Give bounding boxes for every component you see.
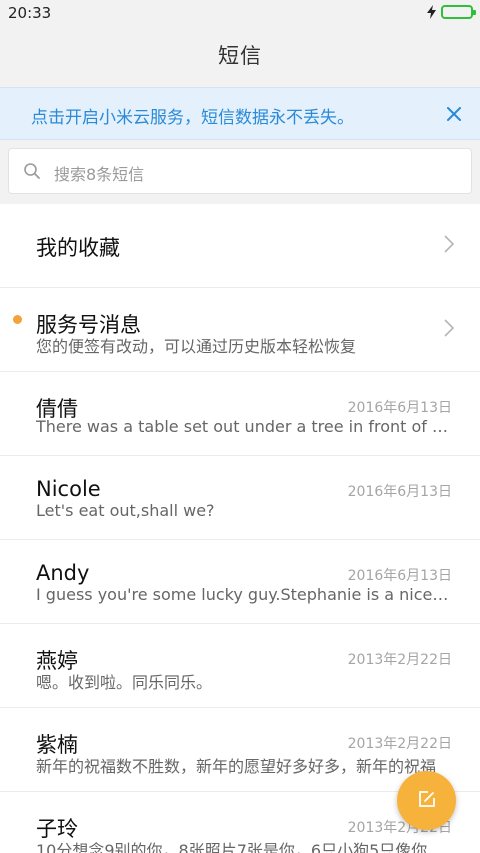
row-preview: I guess you're some lucky guy.Stephanie …: [36, 585, 450, 604]
unread-dot: [13, 315, 22, 324]
chevron-right-icon: [444, 235, 455, 257]
row-title: Nicole: [36, 477, 101, 501]
battery-icon: [441, 5, 476, 19]
row-preview: Let's eat out,shall we?: [36, 501, 215, 520]
close-icon[interactable]: [442, 102, 466, 126]
title-bar: 短信: [0, 26, 480, 87]
service-messages-row[interactable]: 服务号消息 您的便签有改动，可以通过历史版本轻松恢复: [0, 288, 480, 372]
row-preview: 嗯。收到啦。同乐同乐。: [36, 673, 213, 692]
compose-button[interactable]: [397, 771, 456, 830]
banner-text[interactable]: 点击开启小米云服务，短信数据永不丢失。: [31, 103, 354, 128]
search-input[interactable]: 搜索8条短信: [8, 148, 472, 194]
conversation-row[interactable]: 燕婷 2013年2月22日 嗯。收到啦。同乐同乐。: [0, 624, 480, 708]
page-title: 短信: [218, 44, 262, 68]
conversation-row[interactable]: Andy 2016年6月13日 I guess you're some luck…: [0, 540, 480, 624]
compose-icon: [417, 789, 437, 813]
conversation-row[interactable]: 倩倩 2016年6月13日 There was a table set out …: [0, 372, 480, 456]
row-preview: 新年的祝福数不胜数，新年的愿望好多好多，新年的祝福: [36, 757, 437, 776]
conversation-list: 我的收藏 服务号消息 您的便签有改动，可以通过历史版本轻松恢复 倩倩 2016年…: [0, 204, 480, 853]
chevron-right-icon: [444, 319, 455, 341]
row-date: 2016年6月13日: [347, 400, 452, 416]
cloud-service-banner[interactable]: 点击开启小米云服务，短信数据永不丢失。: [0, 87, 480, 140]
row-date: 2016年6月13日: [347, 484, 452, 500]
status-bar: 20:33: [0, 0, 480, 26]
status-icons: [427, 5, 476, 19]
row-title: Andy: [36, 561, 90, 585]
row-preview: 10分想念9别的你，8张照片7张是你，6只小狗5只像你: [36, 841, 428, 853]
search-area: 搜索8条短信: [0, 140, 480, 204]
favorites-row[interactable]: 我的收藏: [0, 204, 480, 288]
row-date: 2013年2月22日: [347, 652, 452, 668]
row-date: 2013年2月22日: [347, 736, 452, 752]
row-preview: 您的便签有改动，可以通过历史版本轻松恢复: [36, 337, 357, 356]
conversation-row[interactable]: Nicole 2016年6月13日 Let's eat out,shall we…: [0, 456, 480, 540]
search-icon: [23, 162, 41, 184]
row-date: 2016年6月13日: [347, 568, 452, 584]
search-placeholder: 搜索8条短信: [54, 165, 145, 184]
lightning-icon: [427, 5, 436, 19]
row-preview: There was a table set out under a tree i…: [36, 417, 450, 436]
row-title: 我的收藏: [36, 236, 120, 260]
status-time: 20:33: [8, 4, 52, 22]
